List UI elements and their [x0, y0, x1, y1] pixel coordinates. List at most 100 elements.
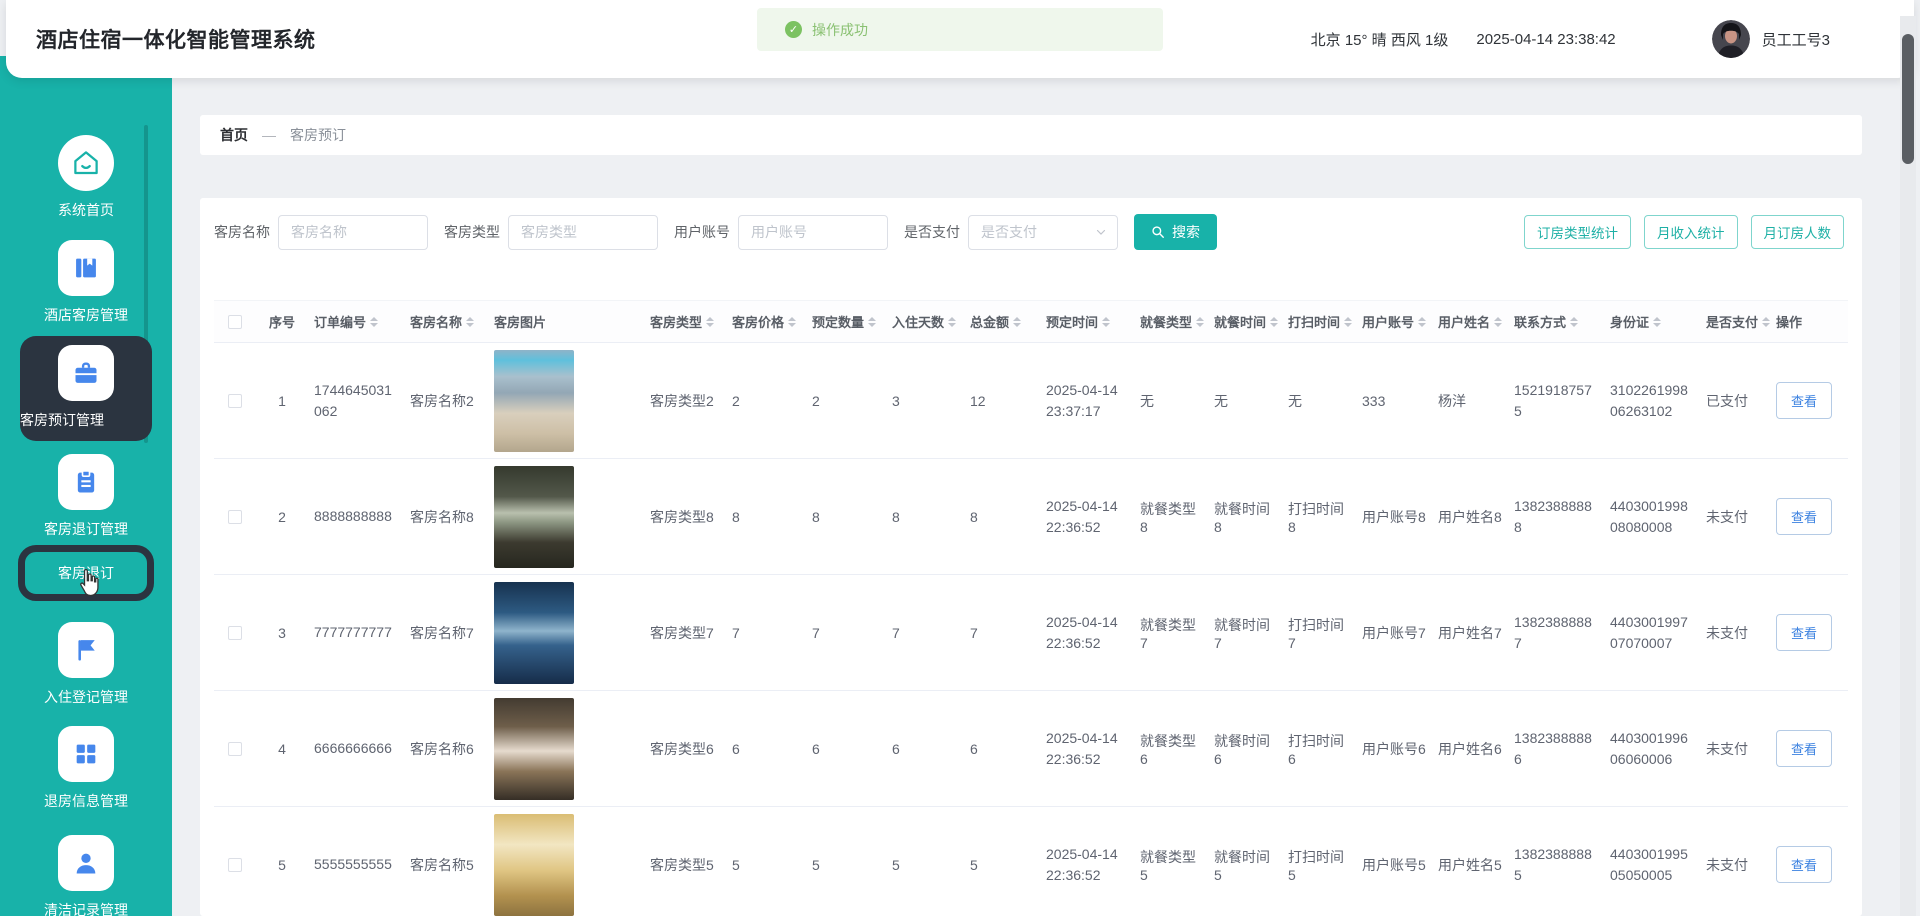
sort-icon[interactable] [1102, 317, 1110, 327]
account-input[interactable] [738, 215, 888, 250]
col-user-name[interactable]: 用户姓名 [1432, 301, 1508, 342]
cell-stay-days: 6 [886, 691, 964, 806]
cell-booking-time: 2025-04-14 22:36:52 [1040, 459, 1134, 574]
col-meal-type[interactable]: 就餐类型 [1134, 301, 1208, 342]
row-checkbox[interactable] [228, 626, 242, 640]
grid-icon [58, 726, 114, 782]
sort-icon[interactable] [1494, 317, 1502, 327]
sort-icon[interactable] [1270, 317, 1278, 327]
sidebar-item-room-cancel-mgmt[interactable]: 客房退订管理 [0, 454, 172, 539]
cell-paid-status: 未支付 [1700, 459, 1770, 574]
cell-booking-time: 2025-04-14 22:36:52 [1040, 575, 1134, 690]
view-button[interactable]: 查看 [1776, 498, 1832, 535]
room-image[interactable] [494, 698, 574, 800]
sort-icon[interactable] [706, 317, 714, 327]
col-total-amount[interactable]: 总金额 [964, 301, 1040, 342]
col-room-name[interactable]: 客房名称 [404, 301, 488, 342]
sort-icon[interactable] [466, 317, 474, 327]
user-avatar[interactable] [1712, 20, 1750, 58]
view-button[interactable]: 查看 [1776, 730, 1832, 767]
cell-actions: 查看 [1770, 459, 1848, 574]
cell-stay-days: 8 [886, 459, 964, 574]
breadcrumb-home[interactable]: 首页 [220, 125, 248, 145]
page-scrollbar-thumb[interactable] [1902, 34, 1914, 164]
booking-type-stats-button[interactable]: 订房类型统计 [1524, 215, 1631, 249]
cell-index: 1 [256, 343, 308, 458]
col-quantity[interactable]: 预定数量 [806, 301, 886, 342]
sidebar-item-label: 退房信息管理 [0, 791, 172, 811]
cell-contact: 15219187575 [1508, 343, 1604, 458]
cell-meal-type: 无 [1134, 343, 1208, 458]
sort-icon[interactable] [1196, 317, 1204, 327]
sort-icon[interactable] [1762, 317, 1770, 327]
sort-icon[interactable] [370, 317, 378, 327]
row-checkbox[interactable] [228, 510, 242, 524]
cell-meal-time: 无 [1208, 343, 1282, 458]
sort-icon[interactable] [1013, 317, 1021, 327]
row-checkbox[interactable] [228, 394, 242, 408]
col-room-price[interactable]: 客房价格 [726, 301, 806, 342]
weather-info: 北京 15° 晴 西风 1级 [1311, 29, 1449, 50]
view-button[interactable]: 查看 [1776, 846, 1832, 883]
sort-icon[interactable] [868, 317, 876, 327]
select-all-checkbox[interactable] [228, 315, 242, 329]
col-contact[interactable]: 联系方式 [1508, 301, 1604, 342]
sort-icon[interactable] [948, 317, 956, 327]
search-button[interactable]: 搜索 [1134, 214, 1217, 250]
cell-room-name: 客房名称2 [404, 343, 488, 458]
col-booking-time[interactable]: 预定时间 [1040, 301, 1134, 342]
sort-icon[interactable] [1653, 317, 1661, 327]
cell-contact: 13823888887 [1508, 575, 1604, 690]
col-paid-status[interactable]: 是否支付 [1700, 301, 1770, 342]
sort-icon[interactable] [788, 317, 796, 327]
page-scrollbar[interactable] [1900, 16, 1916, 916]
sidebar-item-room-booking-active[interactable]: 客房预订管理 [20, 336, 152, 441]
room-name-input[interactable] [278, 215, 428, 250]
room-image[interactable] [494, 814, 574, 916]
sidebar-item-hotel-rooms[interactable]: 酒店客房管理 [0, 240, 172, 325]
cell-index: 4 [256, 691, 308, 806]
cell-contact: 13823888886 [1508, 691, 1604, 806]
cell-stay-days: 5 [886, 807, 964, 916]
col-stay-days[interactable]: 入住天数 [886, 301, 964, 342]
room-image[interactable] [494, 582, 574, 684]
table-row: 3 7777777777 客房名称7 客房类型7 7 7 7 7 2025-04… [214, 575, 1848, 691]
monthly-bookings-stats-button[interactable]: 月订房人数 [1751, 215, 1845, 249]
filter-bar: 客房名称 客房类型 用户账号 是否支付 是否支付 搜索 订房类型统计 月收入统计… [214, 214, 1848, 250]
sort-icon[interactable] [1570, 317, 1578, 327]
paid-select[interactable]: 是否支付 [968, 215, 1118, 250]
cell-select [214, 807, 256, 916]
sidebar-item-checkin[interactable]: 入住登记管理 [0, 622, 172, 707]
table-row: 4 6666666666 客房名称6 客房类型6 6 6 6 6 2025-04… [214, 691, 1848, 807]
cell-paid-status: 未支付 [1700, 575, 1770, 690]
col-cleaning-time[interactable]: 打扫时间 [1282, 301, 1356, 342]
col-room-type[interactable]: 客房类型 [644, 301, 726, 342]
username[interactable]: 员工工号3 [1762, 29, 1830, 50]
cell-id-card: 440300199606060006 [1604, 691, 1700, 806]
cell-user-account: 用户账号8 [1356, 459, 1432, 574]
cell-index: 5 [256, 807, 308, 916]
cell-quantity: 8 [806, 459, 886, 574]
sidebar-item-home[interactable]: 系统首页 [0, 135, 172, 220]
col-id-card[interactable]: 身份证 [1604, 301, 1700, 342]
row-checkbox[interactable] [228, 858, 242, 872]
room-image[interactable] [494, 466, 574, 568]
home-icon [58, 135, 114, 191]
row-checkbox[interactable] [228, 742, 242, 756]
cell-booking-time: 2025-04-14 22:36:52 [1040, 807, 1134, 916]
sort-icon[interactable] [1418, 317, 1426, 327]
view-button[interactable]: 查看 [1776, 614, 1832, 651]
sort-icon[interactable] [1344, 317, 1352, 327]
room-image[interactable] [494, 350, 574, 452]
cell-room-name: 客房名称5 [404, 807, 488, 916]
sidebar-item-checkout-info[interactable]: 退房信息管理 [0, 726, 172, 811]
room-type-input[interactable] [508, 215, 658, 250]
view-button[interactable]: 查看 [1776, 382, 1832, 419]
col-order-no[interactable]: 订单编号 [308, 301, 404, 342]
col-meal-time[interactable]: 就餐时间 [1208, 301, 1282, 342]
col-user-account[interactable]: 用户账号 [1356, 301, 1432, 342]
monthly-income-stats-button[interactable]: 月收入统计 [1644, 215, 1738, 249]
cell-room-image [488, 575, 644, 690]
sidebar-item-cleaning-records[interactable]: 清洁记录管理 [0, 835, 172, 916]
table-row: 1 1744645031062 客房名称2 客房类型2 2 2 3 12 202… [214, 343, 1848, 459]
